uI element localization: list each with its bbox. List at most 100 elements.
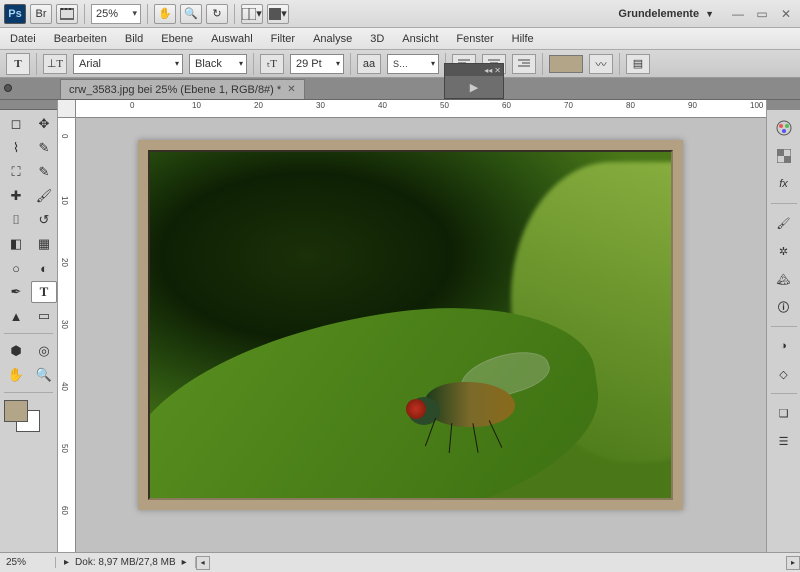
lasso-tool[interactable]: ⌇ — [3, 137, 29, 159]
color-swatches — [0, 396, 57, 436]
expand-tabs-btn[interactable] — [4, 84, 12, 92]
info-panel-icon[interactable]: ⓘ — [770, 294, 798, 320]
eraser-tool[interactable]: ◧ — [3, 233, 29, 255]
font-size-select[interactable]: 29 Pt — [290, 54, 344, 74]
path-select-tool[interactable]: ▲ — [3, 305, 29, 327]
warp-icon: 〰 — [596, 56, 607, 72]
character-panel-btn[interactable]: ▤ — [626, 54, 650, 74]
hand-tool-btn[interactable]: ✋ — [154, 4, 176, 24]
maximize-button[interactable]: ▭ — [754, 7, 770, 21]
scroll-left-btn[interactable]: ◂ — [196, 556, 210, 570]
rotate-view-btn[interactable]: ↻ — [206, 4, 228, 24]
close-button[interactable]: ✕ — [778, 7, 794, 21]
hand-icon: ✋ — [158, 7, 172, 20]
zoom-tool[interactable]: 🔍 — [31, 364, 57, 386]
font-style-select[interactable]: Black — [189, 54, 247, 74]
panel-close-icon[interactable]: ✕ — [494, 66, 501, 75]
move-tool[interactable]: ✥ — [31, 113, 57, 135]
text-orientation-btn[interactable]: ⊥T — [43, 54, 67, 74]
layers-panel-icon[interactable]: ❏ — [770, 400, 798, 426]
document-canvas[interactable] — [76, 118, 766, 552]
status-doc-info[interactable]: ▸ Dok: 8,97 MB/27,8 MB ▸ — [56, 557, 196, 568]
document-tab-title: crw_3583.jpg bei 25% (Ebene 1, RGB/8#) * — [69, 84, 281, 96]
play-icon[interactable]: ▶ — [470, 81, 478, 94]
channels-panel-icon[interactable]: ☰ — [770, 428, 798, 454]
expand-icon[interactable]: ▸ — [64, 557, 69, 568]
color-panel-icon[interactable] — [770, 115, 798, 141]
minibridge-button[interactable] — [56, 4, 78, 24]
3d-camera-tool[interactable]: ◎ — [31, 340, 57, 362]
menu-auswahl[interactable]: Auswahl — [211, 33, 253, 45]
collapse-icon[interactable]: ◂◂ — [484, 66, 492, 75]
crop-tool[interactable]: ⛶ — [3, 161, 29, 183]
tools-panel-header[interactable] — [0, 100, 57, 110]
stamp-tool[interactable]: ⌷ — [3, 209, 29, 231]
zoom-tool-btn[interactable]: 🔍 — [180, 4, 202, 24]
marquee-tool[interactable]: ◻ — [3, 113, 29, 135]
anti-alias-select[interactable]: S… — [387, 54, 439, 74]
vertical-ruler[interactable]: 0 10 20 30 40 50 60 — [58, 118, 76, 552]
menu-filter[interactable]: Filter — [271, 33, 295, 45]
menu-fenster[interactable]: Fenster — [456, 33, 493, 45]
horizontal-scrollbar[interactable]: ◂ ▸ — [196, 556, 800, 570]
menu-3d[interactable]: 3D — [370, 33, 384, 45]
shape-tool[interactable]: ▭ — [31, 305, 57, 327]
quick-select-tool[interactable]: ✎ — [31, 137, 57, 159]
tools-panel: ◻ ✥ ⌇ ✎ ⛶ ✎ ✚ 🖌 ⌷ ↺ ◧ ▦ ○ ◐ ✒ T ▲ ▭ ⬢ ◎ … — [0, 100, 58, 552]
menu-hilfe[interactable]: Hilfe — [512, 33, 534, 45]
collapsed-panel[interactable]: ◂◂ ✕ ▶ — [444, 63, 504, 99]
horizontal-ruler[interactable]: 0 10 20 30 40 50 60 70 80 90 100 — [76, 100, 766, 118]
minimize-button[interactable]: — — [730, 7, 746, 21]
clone-panel-icon[interactable]: ✲ — [770, 238, 798, 264]
right-panel-strip: fx 🖌 ✲ 🏔 ⓘ ◑ ◇ ❏ ☰ — [766, 100, 800, 552]
ruler-origin[interactable] — [58, 100, 76, 118]
options-bar: T ⊥T Arial Black ₜT 29 Pt aa S… 〰 ▤ — [0, 50, 800, 78]
dodge-tool[interactable]: ◐ — [31, 257, 57, 279]
styles-panel-icon[interactable]: fx — [770, 171, 798, 197]
film-icon — [60, 8, 74, 20]
zoom-select[interactable]: 25% — [91, 4, 141, 24]
healing-tool[interactable]: ✚ — [3, 185, 29, 207]
text-color-swatch[interactable] — [549, 55, 583, 73]
menu-ansicht[interactable]: Ansicht — [402, 33, 438, 45]
pen-tool[interactable]: ✒ — [3, 281, 29, 303]
tab-close-icon[interactable]: ✕ — [287, 84, 295, 95]
menu-bild[interactable]: Bild — [125, 33, 143, 45]
status-zoom[interactable]: 25% — [0, 557, 56, 568]
chevron-right-icon[interactable]: ▸ — [182, 557, 187, 568]
eyedropper-tool[interactable]: ✎ — [31, 161, 57, 183]
photoshop-logo: Ps — [4, 4, 26, 24]
right-panel-header[interactable] — [767, 100, 800, 110]
menu-datei[interactable]: Datei — [10, 33, 36, 45]
menu-ebene[interactable]: Ebene — [161, 33, 193, 45]
history-brush-tool[interactable]: ↺ — [31, 209, 57, 231]
panel-header: ◂◂ ✕ — [445, 64, 503, 76]
menu-bearbeiten[interactable]: Bearbeiten — [54, 33, 107, 45]
font-family-select[interactable]: Arial — [73, 54, 183, 74]
adjustments-panel-icon[interactable]: ◑ — [770, 333, 798, 359]
document-tab[interactable]: crw_3583.jpg bei 25% (Ebene 1, RGB/8#) *… — [60, 79, 305, 99]
scroll-right-btn[interactable]: ▸ — [786, 556, 800, 570]
app-bar: Ps Br 25% ✋ 🔍 ↻ ▾ ▾ Grundelemente▼ — ▭ ✕ — [0, 0, 800, 28]
swatches-panel-icon[interactable] — [770, 143, 798, 169]
document-tab-strip: crw_3583.jpg bei 25% (Ebene 1, RGB/8#) *… — [0, 78, 800, 100]
3d-tool[interactable]: ⬢ — [3, 340, 29, 362]
brush-panel-icon[interactable]: 🖌 — [770, 210, 798, 236]
screen-mode-btn[interactable]: ▾ — [267, 4, 289, 24]
arrange-docs-btn[interactable]: ▾ — [241, 4, 263, 24]
canvas-area: 0 10 20 30 40 50 60 70 80 90 100 0 10 20… — [58, 100, 766, 552]
type-tool[interactable]: T — [31, 281, 57, 303]
warp-text-btn[interactable]: 〰 — [589, 54, 613, 74]
hand-tool[interactable]: ✋ — [3, 364, 29, 386]
gradient-tool[interactable]: ▦ — [31, 233, 57, 255]
nav-panel-icon[interactable]: 🏔 — [770, 266, 798, 292]
workspace-select[interactable]: Grundelemente▼ — [608, 4, 724, 24]
masks-panel-icon[interactable]: ◇ — [770, 361, 798, 387]
foreground-color-swatch[interactable] — [4, 400, 28, 422]
bridge-button[interactable]: Br — [30, 4, 52, 24]
menu-analyse[interactable]: Analyse — [313, 33, 352, 45]
type-tool-preset[interactable]: T — [6, 53, 30, 75]
brush-tool[interactable]: 🖌 — [31, 185, 57, 207]
align-right-btn[interactable] — [512, 54, 536, 74]
blur-tool[interactable]: ○ — [3, 257, 29, 279]
